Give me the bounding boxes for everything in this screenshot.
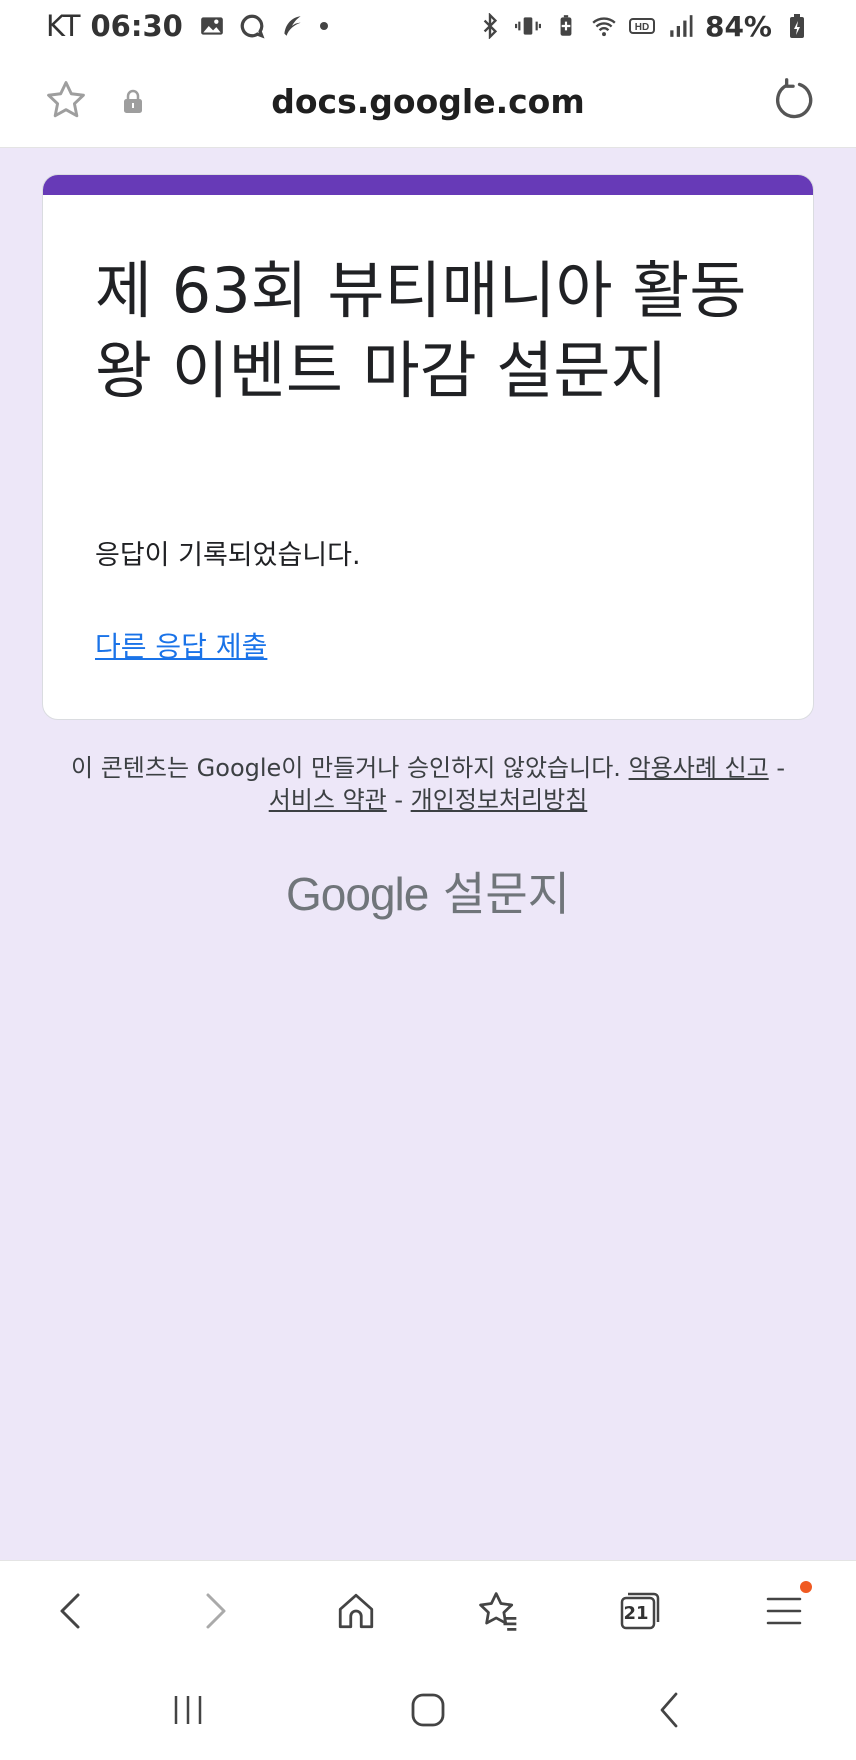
home-button[interactable] xyxy=(332,1587,380,1635)
url-domain[interactable]: docs.google.com xyxy=(0,82,856,121)
back-button[interactable] xyxy=(46,1587,94,1635)
logo-forms-text: 설문지 xyxy=(443,867,570,921)
status-left: KT 06:30 xyxy=(46,9,329,43)
svg-text:HD: HD xyxy=(635,22,649,33)
forward-icon xyxy=(206,1593,226,1629)
footer-disclaimer: 이 콘텐츠는 Google이 만들거나 승인하지 않았습니다. 악용사례 신고 … xyxy=(70,752,786,816)
report-abuse-link[interactable]: 악용사례 신고 xyxy=(629,754,769,782)
battery-icon xyxy=(790,14,804,38)
feather-icon xyxy=(284,16,301,36)
notification-icons xyxy=(199,13,329,39)
confirmation-message: 응답이 기록되었습니다. xyxy=(95,540,361,571)
reload-icon[interactable] xyxy=(772,78,816,122)
carrier-label: KT xyxy=(46,9,81,43)
chat-icon xyxy=(240,14,265,39)
menu-icon xyxy=(766,1597,802,1625)
terms-link[interactable]: 서비스 약관 xyxy=(269,786,387,814)
vibrate-icon xyxy=(514,17,541,35)
dot-icon xyxy=(319,22,328,30)
back-icon xyxy=(60,1593,80,1629)
notification-dot xyxy=(800,1581,812,1593)
submit-another-response-link[interactable]: 다른 응답 제출 xyxy=(95,625,267,665)
forward-button[interactable] xyxy=(192,1587,240,1635)
battery-percent: 84% xyxy=(704,9,772,43)
home-nav-button[interactable] xyxy=(404,1686,452,1734)
status-bar: KT 06:30 HD 84% xyxy=(0,0,856,52)
recents-icon xyxy=(174,1696,202,1724)
home-nav-icon xyxy=(411,1693,445,1727)
back-nav-button[interactable] xyxy=(646,1686,694,1734)
privacy-link[interactable]: 개인정보처리방침 xyxy=(411,786,588,814)
hd-icon: HD xyxy=(628,18,655,34)
bluetooth-icon xyxy=(483,13,498,39)
bookmarks-icon xyxy=(479,1592,517,1631)
back-nav-icon xyxy=(660,1692,678,1728)
home-icon xyxy=(338,1593,374,1629)
signal-icon xyxy=(670,15,693,37)
tabs-button[interactable]: 21 xyxy=(616,1587,664,1635)
wifi-icon xyxy=(592,17,616,37)
clock: 06:30 xyxy=(90,9,183,43)
google-forms-logo[interactable]: Google 설문지 xyxy=(0,858,856,924)
logo-google-text: Google xyxy=(286,868,429,920)
tabs-count: 21 xyxy=(623,1603,649,1624)
form-title: 제 63회 뷰티매니아 활동왕 이벤트 마감 설문지 xyxy=(95,254,747,407)
browser-toolbar: 21 xyxy=(0,1560,856,1660)
system-nav-bar xyxy=(0,1660,856,1760)
battery-saver-icon xyxy=(560,15,572,36)
bookmarks-button[interactable] xyxy=(474,1587,522,1635)
disclaimer-text: 이 콘텐츠는 Google이 만들거나 승인하지 않았습니다. xyxy=(71,754,621,782)
separator: - xyxy=(386,786,411,814)
status-right: HD 84% xyxy=(477,10,810,43)
url-bar: docs.google.com xyxy=(0,52,856,148)
menu-button[interactable] xyxy=(760,1581,812,1635)
card-accent-bar xyxy=(43,175,813,195)
separator: - xyxy=(768,754,785,782)
recents-button[interactable] xyxy=(164,1686,212,1734)
form-card: 제 63회 뷰티매니아 활동왕 이벤트 마감 설문지 응답이 기록되었습니다. … xyxy=(42,174,814,720)
gallery-icon xyxy=(200,17,223,35)
